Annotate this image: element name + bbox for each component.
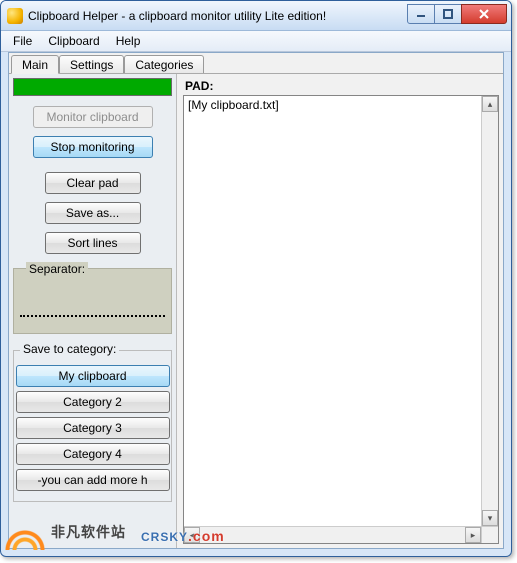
tab-strip: Main Settings Categories [9,53,503,74]
app-window: Clipboard Helper - a clipboard monitor u… [0,0,512,557]
pad-label: PAD: [185,79,499,93]
menu-bar: File Clipboard Help [1,31,511,52]
monitor-clipboard-button: Monitor clipboard [33,106,153,128]
left-panel: Monitor clipboard Stop monitoring Clear … [9,74,177,548]
clear-pad-button[interactable]: Clear pad [45,172,141,194]
stop-monitoring-button[interactable]: Stop monitoring [33,136,153,158]
save-to-category-label: Save to category: [20,342,119,356]
window-controls [408,4,507,24]
separator-preview [20,315,165,317]
sort-lines-button[interactable]: Sort lines [45,232,141,254]
save-as-button[interactable]: Save as... [45,202,141,224]
separator-label: Separator: [26,262,88,276]
close-button[interactable] [461,4,507,24]
tab-categories[interactable]: Categories [124,55,204,73]
tab-settings[interactable]: Settings [59,55,124,73]
right-panel: PAD: [My clipboard.txt] ▴ ▾ ◂ ▸ [177,74,503,548]
menu-file[interactable]: File [5,32,40,50]
category-button-4[interactable]: -you can add more h [16,469,170,491]
progress-bar [13,78,172,96]
save-to-category-group: Save to category: My clipboard Category … [13,350,172,502]
maximize-button[interactable] [434,4,462,24]
pad-textarea[interactable]: [My clipboard.txt] [184,96,498,543]
separator-group: Separator: [13,268,172,334]
scroll-right-button[interactable]: ▸ [465,527,481,543]
window-title: Clipboard Helper - a clipboard monitor u… [28,9,326,23]
category-button-2[interactable]: Category 3 [16,417,170,439]
category-button-3[interactable]: Category 4 [16,443,170,465]
category-button-1[interactable]: Category 2 [16,391,170,413]
menu-clipboard[interactable]: Clipboard [40,32,107,50]
app-icon [7,8,23,24]
menu-help[interactable]: Help [108,32,149,50]
pad-area: [My clipboard.txt] ▴ ▾ ◂ ▸ [183,95,499,544]
scrollbar-vertical[interactable]: ▴ ▾ [481,96,498,526]
category-button-0[interactable]: My clipboard [16,365,170,387]
scrollbar-horizontal[interactable]: ◂ ▸ [184,526,481,543]
titlebar[interactable]: Clipboard Helper - a clipboard monitor u… [1,1,511,31]
scroll-down-button[interactable]: ▾ [482,510,498,526]
minimize-button[interactable] [407,4,435,24]
scroll-up-button[interactable]: ▴ [482,96,498,112]
scrollbar-corner [481,526,498,543]
scroll-left-button[interactable]: ◂ [184,527,200,543]
tab-main[interactable]: Main [11,55,59,74]
client-area: Main Settings Categories Monitor clipboa… [8,52,504,549]
tab-body: Monitor clipboard Stop monitoring Clear … [9,74,503,548]
